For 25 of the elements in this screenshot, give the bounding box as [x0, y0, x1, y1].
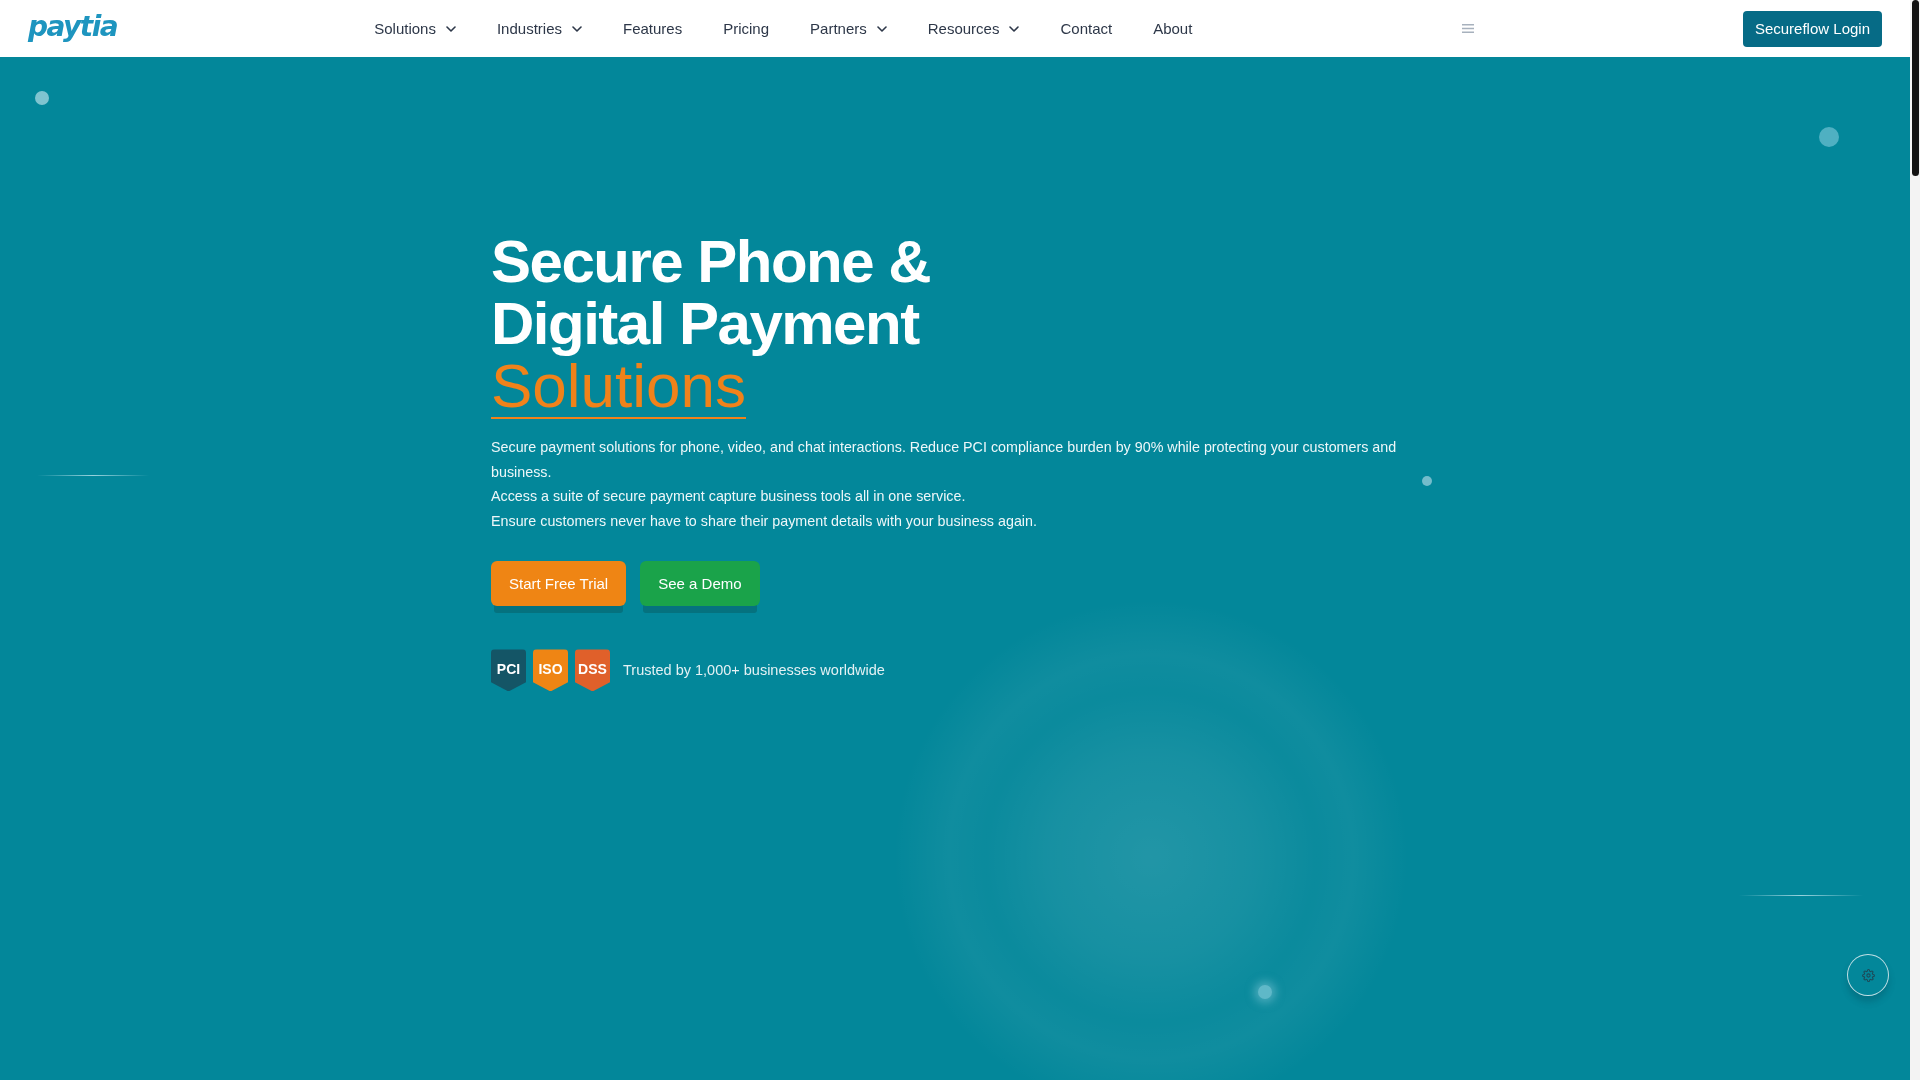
settings-button[interactable]: [1847, 954, 1889, 996]
nav-link[interactable]: Resources: [927, 20, 1020, 37]
nav-link[interactable]: Industries: [496, 20, 582, 37]
gear-icon: [1861, 968, 1875, 982]
hero-description: Ensure customers never have to share their payment details with your business again.: [491, 511, 1038, 531]
compliance-badge: DSS: [575, 649, 610, 692]
login-button[interactable]: Secureflow Login: [1742, 10, 1882, 47]
heading-highlight: Solutions: [491, 355, 747, 419]
compliance-badge: ISO: [533, 649, 568, 692]
glowing-dot-icon: [1258, 985, 1272, 999]
dot-icon: [1819, 127, 1839, 147]
dot-icon: [35, 91, 49, 105]
hero-heading: Secure Phone & Digital Payment: [491, 231, 932, 355]
nav-link[interactable]: About: [1153, 20, 1193, 37]
nav-link[interactable]: Partners: [810, 20, 887, 37]
hero-description: Secure payment solutions for phone, video, and chat interactions. Reduce PCI compliance burden by 90% while protecting your customers and business.: [491, 438, 1398, 482]
trust-text: Trusted by 1,000+ businesses worldwide: [623, 662, 885, 679]
hero-description: Access a suite of secure payment capture business tools all in one service.: [491, 487, 967, 507]
dot-icon: [1422, 476, 1432, 486]
nav-link[interactable]: Solutions: [374, 20, 456, 37]
nav-link[interactable]: Contact: [1060, 20, 1113, 37]
nav-link[interactable]: Features: [623, 20, 683, 37]
scrollbar-thumb[interactable]: [1911, 0, 1919, 176]
compliance-badge: PCI: [491, 649, 526, 692]
nav-link[interactable]: Pricing: [723, 20, 770, 37]
